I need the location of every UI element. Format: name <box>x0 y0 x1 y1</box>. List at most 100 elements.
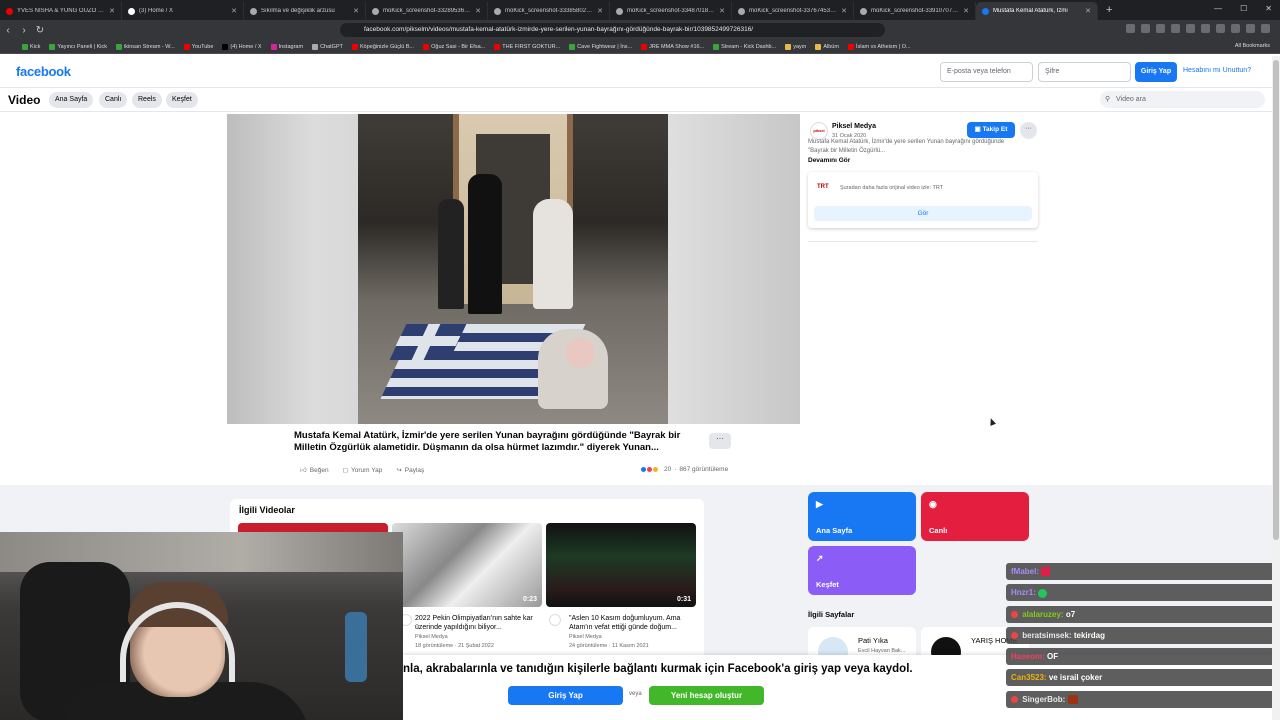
share-button[interactable]: ↪ Paylaş <box>396 466 424 475</box>
browser-tab[interactable]: moKick_screenshot-3348701844.png✕ <box>610 2 732 20</box>
window-close-icon[interactable]: ✕ <box>1265 4 1272 13</box>
comment-button[interactable]: ◻ Yorum Yap <box>343 466 383 475</box>
like-button[interactable]: 👍︎ Beğen <box>300 466 329 475</box>
bookmark-item[interactable]: ikinsan Stream - W... <box>116 43 175 50</box>
page-name[interactable]: Piksel Medya <box>832 123 876 130</box>
extension-icon[interactable] <box>1201 24 1210 33</box>
tab-close-icon[interactable]: ✕ <box>231 7 237 15</box>
url-field[interactable]: facebook.com/pikselm/videos/mustafa-kema… <box>340 23 885 37</box>
extension-icon[interactable] <box>1156 24 1165 33</box>
tab-close-icon[interactable]: ✕ <box>597 7 603 15</box>
reactions-summary[interactable]: 20 · 867 görüntüleme <box>640 466 728 473</box>
tab-close-icon[interactable]: ✕ <box>963 7 969 15</box>
bookmark-folder[interactable]: Albüm <box>815 43 839 50</box>
related-video-channel[interactable]: Piksel Medya <box>569 634 602 640</box>
site-icon <box>569 43 576 50</box>
chat-username: beratsimsek: <box>1022 630 1072 640</box>
all-bookmarks[interactable]: All Bookmarks <box>1235 43 1270 49</box>
browser-tab[interactable]: Sıkılma ve değişiklik arzusu ✕ <box>244 2 366 20</box>
bookmark-item[interactable]: ChatGPT <box>312 43 343 50</box>
chip-home[interactable]: Ana Sayfa <box>49 92 94 108</box>
bookmark-item[interactable]: (4) Home / X <box>222 43 262 50</box>
see-more-link[interactable]: Devamını Gör <box>808 157 850 164</box>
bookmark-item[interactable]: YouTube <box>183 43 213 50</box>
extension-icon[interactable] <box>1186 24 1195 33</box>
maximize-icon[interactable]: ☐ <box>1240 4 1247 13</box>
browser-tab[interactable]: moKick_screenshot-3338580219.png✕ <box>488 2 610 20</box>
chip-live[interactable]: Canlı <box>99 92 128 108</box>
mouse-cursor-icon <box>987 417 997 426</box>
related-video-channel[interactable]: Piksel Medya <box>415 634 448 640</box>
bookmark-item[interactable]: Cave Fightwear | İns... <box>569 43 632 50</box>
bookmark-item[interactable]: İslam vs Atheism | O... <box>847 43 911 50</box>
back-icon[interactable]: ‹ <box>0 25 16 36</box>
scrollbar-thumb[interactable] <box>1273 60 1279 540</box>
chat-username: SingerBob: <box>1022 694 1066 704</box>
bookmark-folder[interactable]: yayın <box>785 43 806 50</box>
tile-live[interactable]: ◉ Canlı <box>921 492 1029 541</box>
related-video-title[interactable]: "Aslen 10 Kasım doğumluyum. Ama Atam'ın … <box>569 614 697 632</box>
page-options-button[interactable]: ··· <box>1020 122 1037 139</box>
follow-icon: ▣ <box>974 126 983 133</box>
bookmark-item[interactable]: Oğuz Sasi - Bir Efsa... <box>423 43 485 50</box>
source-text: Şuradan daha fazla orijinal video izle: … <box>840 185 944 191</box>
video-search-input[interactable]: ⚲ Video ara <box>1100 91 1265 108</box>
browser-tab[interactable]: moKick_screenshot-3328953604.png✕ <box>366 2 488 20</box>
facebook-logo[interactable]: facebook <box>16 64 71 79</box>
tab-close-icon[interactable]: ✕ <box>109 7 115 15</box>
extension-icon[interactable] <box>1171 24 1180 33</box>
minimize-icon[interactable]: — <box>1214 4 1222 13</box>
browser-tab-active[interactable]: Mustafa Kemal Atatürk, İzmi ✕ <box>976 2 1098 20</box>
kick-icon <box>713 43 720 50</box>
related-video-title[interactable]: 2022 Pekin Olimpiyatları'nın sahte kar ü… <box>415 614 543 632</box>
tab-close-icon[interactable]: ✕ <box>1085 7 1091 15</box>
channel-avatar[interactable] <box>549 614 561 626</box>
forgot-account-link[interactable]: Hesabını mı Unuttun? <box>1183 67 1251 74</box>
tab-close-icon[interactable]: ✕ <box>353 7 359 15</box>
chip-explore[interactable]: Keşfet <box>166 92 198 108</box>
bookmark-item[interactable]: Kick <box>22 43 40 50</box>
tab-close-icon[interactable]: ✕ <box>841 7 847 15</box>
forward-icon[interactable]: › <box>16 25 32 36</box>
browser-tab[interactable]: YVES NISHA & YUNG OUZO - 20 ✕ <box>0 2 122 20</box>
extension-icon[interactable] <box>1126 24 1135 33</box>
browser-tab[interactable]: moKick_screenshot-3391070705.png✕ <box>854 2 976 20</box>
tile-explore[interactable]: ➚ Keşfet <box>808 546 916 595</box>
bookmark-item[interactable]: THE FIRST GOKTUR... <box>494 43 560 50</box>
chat-message: Can3523: ve israil çoker <box>1006 669 1276 687</box>
password-field[interactable]: Şifre <box>1038 62 1131 82</box>
video-thumbnail[interactable]: 0:31 <box>546 523 696 607</box>
browser-tab[interactable]: moKick_screenshot-3376745364.png✕ <box>732 2 854 20</box>
browser-tab[interactable]: (3) Home / X ✕ <box>122 2 244 20</box>
reload-icon[interactable]: ↻ <box>32 25 48 36</box>
video-thumbnail[interactable]: 0:23 <box>392 523 542 607</box>
email-field[interactable]: E-posta veya telefon <box>940 62 1033 82</box>
follow-button[interactable]: ▣ Takip Et <box>967 122 1015 138</box>
new-tab-icon[interactable]: + <box>1106 4 1112 16</box>
bookmark-item[interactable]: JRE MMA Show #16... <box>641 43 704 50</box>
tile-home[interactable]: ▶ Ana Sayfa <box>808 492 916 541</box>
extension-icon[interactable] <box>1141 24 1150 33</box>
bookmark-item[interactable]: Instagram <box>270 43 303 50</box>
banner-login-button[interactable]: Giriş Yap <box>508 686 623 705</box>
tab-favicon-icon <box>860 7 867 15</box>
tab-close-icon[interactable]: ✕ <box>475 7 481 15</box>
tab-favicon-icon <box>738 7 745 15</box>
folder-icon <box>785 43 792 50</box>
menu-icon[interactable] <box>1261 24 1270 33</box>
see-button[interactable]: Gör <box>814 206 1032 221</box>
video-player[interactable] <box>227 114 800 424</box>
tab-close-icon[interactable]: ✕ <box>719 7 725 15</box>
bookmark-item[interactable]: Yayıncı Paneli | Kick <box>49 43 107 50</box>
more-options-button[interactable]: ··· <box>709 433 731 449</box>
create-account-button[interactable]: Yeni hesap oluştur <box>649 686 764 705</box>
extension-icon[interactable] <box>1216 24 1225 33</box>
badge-icon <box>1011 696 1018 704</box>
video-title: Mustafa Kemal Atatürk, İzmir'de yere ser… <box>294 430 681 453</box>
bookmark-item[interactable]: Stream - Kick Dashb... <box>713 43 776 50</box>
header-login-button[interactable]: Giriş Yap <box>1135 62 1177 82</box>
chip-reels[interactable]: Reels <box>132 92 162 108</box>
bookmark-item[interactable]: Köpeğinizle Güçlü B... <box>352 43 414 50</box>
extension-icon[interactable] <box>1246 24 1255 33</box>
extension-icon[interactable] <box>1231 24 1240 33</box>
